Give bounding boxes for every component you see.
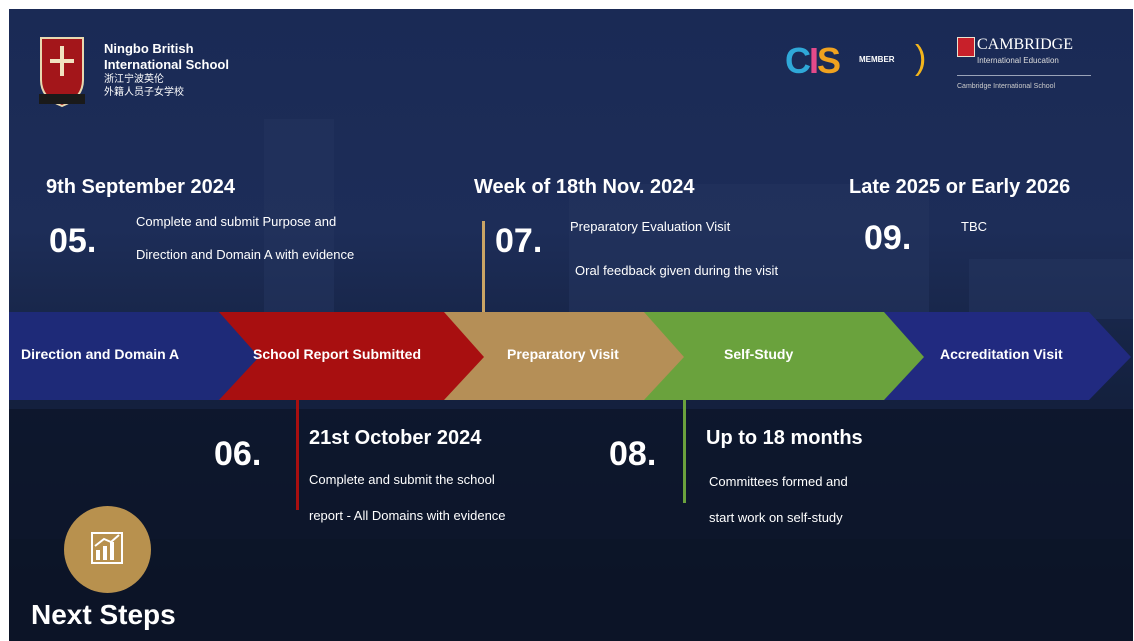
step-06-connector	[296, 400, 299, 510]
school-cn-line2: 外籍人员子女学校	[104, 87, 184, 98]
step-08-date: Up to 18 months	[706, 427, 863, 449]
step-07-date: Week of 18th Nov. 2024	[474, 176, 695, 198]
timeline-label-direction: Direction and Domain A	[21, 346, 180, 362]
cambridge-shield-icon	[957, 37, 975, 57]
step-08-line1: Committees formed and	[709, 474, 848, 489]
cambridge-subtitle: International Education	[977, 56, 1059, 65]
step-07-line2: Oral feedback given during the visit	[575, 263, 779, 278]
timeline-label-preparatory: Preparatory Visit	[507, 346, 619, 362]
step-05-date: 9th September 2024	[46, 176, 235, 198]
timeline-label-school-report: School Report Submitted	[253, 346, 421, 362]
timeline-label-self-study: Self-Study	[724, 346, 794, 362]
cis-logo: CIS	[785, 40, 841, 81]
footer-icon-circle	[64, 506, 151, 593]
step-05-line1: Complete and submit Purpose and	[136, 214, 337, 229]
cambridge-subtitle-2: Cambridge International School	[957, 83, 1056, 90]
school-name-chinese: 浙江宁波英伦 外籍人员子女学校	[104, 73, 184, 99]
step-05-number: 05.	[49, 222, 97, 260]
cis-bracket-icon: )	[915, 39, 927, 77]
step-07-connector	[482, 221, 485, 314]
step-06-number: 06.	[214, 435, 262, 473]
background-trees	[9, 409, 1133, 539]
slide: Ningbo British International School 浙江宁波…	[9, 9, 1133, 641]
background-building	[969, 259, 1133, 319]
divider	[957, 75, 1091, 76]
step-09-date: Late 2025 or Early 2026	[849, 176, 1071, 198]
school-name-line1: Ningbo British	[104, 41, 194, 56]
cis-member-label: MEMBER	[859, 55, 895, 64]
step-09-number: 09.	[864, 219, 912, 257]
step-08-number: 08.	[609, 435, 657, 473]
cambridge-title: CAMBRIDGE	[977, 36, 1074, 53]
school-cn-line1: 浙江宁波英伦	[104, 74, 164, 85]
step-06-line1: Complete and submit the school	[309, 472, 495, 487]
step-07-number: 07.	[495, 222, 543, 260]
chart-growth-icon	[91, 532, 123, 564]
school-crest-icon	[39, 37, 85, 108]
step-08-connector	[683, 398, 686, 503]
step-06-date: 21st October 2024	[309, 427, 482, 449]
step-09-line1: TBC	[961, 219, 987, 234]
school-name-line2: International School	[104, 57, 229, 72]
step-06-line2: report - All Domains with evidence	[309, 508, 506, 523]
background-ground	[9, 539, 1133, 641]
step-07-line1: Preparatory Evaluation Visit	[570, 219, 731, 234]
slide-title: Next Steps	[31, 599, 176, 630]
step-05-line2: Direction and Domain A with evidence	[136, 247, 355, 262]
timeline-label-accreditation: Accreditation Visit	[940, 346, 1063, 362]
step-08-line2: start work on self-study	[709, 510, 843, 525]
school-name: Ningbo British International School	[104, 41, 229, 73]
